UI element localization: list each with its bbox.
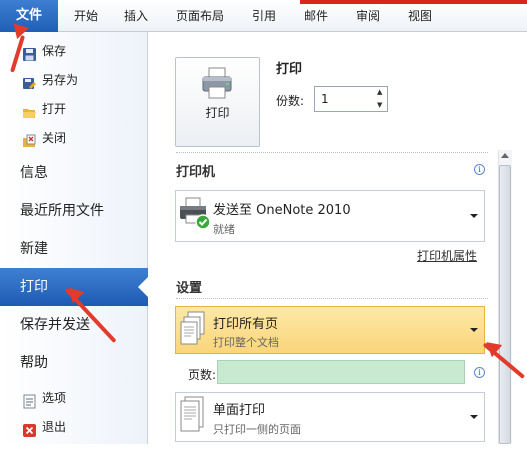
nav-exit[interactable]: 退出 xyxy=(0,413,148,442)
info-icon[interactable]: i xyxy=(474,367,485,378)
scroll-thumb[interactable] xyxy=(499,165,511,444)
pages-input[interactable] xyxy=(217,360,465,384)
spin-down-icon[interactable]: ▼ xyxy=(377,101,382,109)
nav-save-and-send[interactable]: 保存并发送 xyxy=(0,306,148,344)
settings-divider xyxy=(176,298,488,299)
chevron-down-icon xyxy=(470,328,478,332)
sides-title: 单面打印 xyxy=(213,403,266,418)
nav-options-label: 选项 xyxy=(42,391,67,405)
close-document-icon xyxy=(22,131,37,147)
nav-new[interactable]: 新建 xyxy=(0,230,148,268)
chevron-down-icon xyxy=(470,214,478,218)
printer-ready-icon xyxy=(178,195,212,231)
chevron-down-icon xyxy=(470,415,478,419)
nav-close-label: 关闭 xyxy=(42,131,67,145)
nav-recent[interactable]: 最近所用文件 xyxy=(0,192,148,230)
nav-open[interactable]: 打开 xyxy=(0,95,148,124)
pages-icon xyxy=(180,311,206,347)
spin-up-icon[interactable]: ▲ xyxy=(377,88,382,96)
save-icon xyxy=(22,44,37,61)
nav-save-label: 保存 xyxy=(42,44,67,58)
print-range-title: 打印所有页 xyxy=(213,317,279,332)
copies-value: 1 xyxy=(321,92,329,106)
print-button-label: 打印 xyxy=(205,106,230,120)
info-icon[interactable]: i xyxy=(474,164,485,175)
section-divider xyxy=(176,152,488,153)
scroll-up-icon[interactable] xyxy=(501,153,509,158)
copies-label: 份数: xyxy=(276,94,305,108)
exit-icon xyxy=(22,420,37,437)
tab-review[interactable]: 审阅 xyxy=(348,0,388,32)
nav-save-as-label: 另存为 xyxy=(42,73,79,87)
tab-home[interactable]: 开始 xyxy=(66,0,106,32)
printer-name: 发送至 OneNote 2010 xyxy=(213,203,351,218)
nav-open-label: 打开 xyxy=(42,102,67,116)
tab-page-layout[interactable]: 页面布局 xyxy=(168,0,232,32)
nav-help[interactable]: 帮助 xyxy=(0,344,148,382)
open-folder-icon xyxy=(22,102,37,118)
nav-close[interactable]: 关闭 xyxy=(0,124,148,153)
printer-properties-link[interactable]: 打印机属性 xyxy=(417,247,477,264)
selected-indicator xyxy=(138,277,148,297)
nav-info[interactable]: 信息 xyxy=(0,154,148,192)
settings-heading: 设置 xyxy=(176,281,203,296)
tab-view[interactable]: 视图 xyxy=(400,0,440,32)
save-as-icon xyxy=(22,73,37,89)
pages-label: 页数: xyxy=(188,368,217,382)
tab-insert[interactable]: 插入 xyxy=(116,0,156,32)
sides-sub: 只打印一侧的页面 xyxy=(213,423,301,436)
nav-options[interactable]: 选项 xyxy=(0,384,148,413)
printer-icon xyxy=(200,66,234,100)
print-range-sub: 打印整个文档 xyxy=(213,336,279,349)
print-heading: 打印 xyxy=(276,62,303,77)
printer-heading: 打印机 xyxy=(176,165,216,180)
options-icon xyxy=(22,391,37,409)
nav-exit-label: 退出 xyxy=(42,420,67,434)
printer-status: 就绪 xyxy=(213,223,235,236)
nav-save-as[interactable]: 另存为 xyxy=(0,66,148,95)
tab-references[interactable]: 引用 xyxy=(244,0,284,32)
single-sided-icon xyxy=(180,396,206,434)
tab-mailings[interactable]: 邮件 xyxy=(296,0,336,32)
